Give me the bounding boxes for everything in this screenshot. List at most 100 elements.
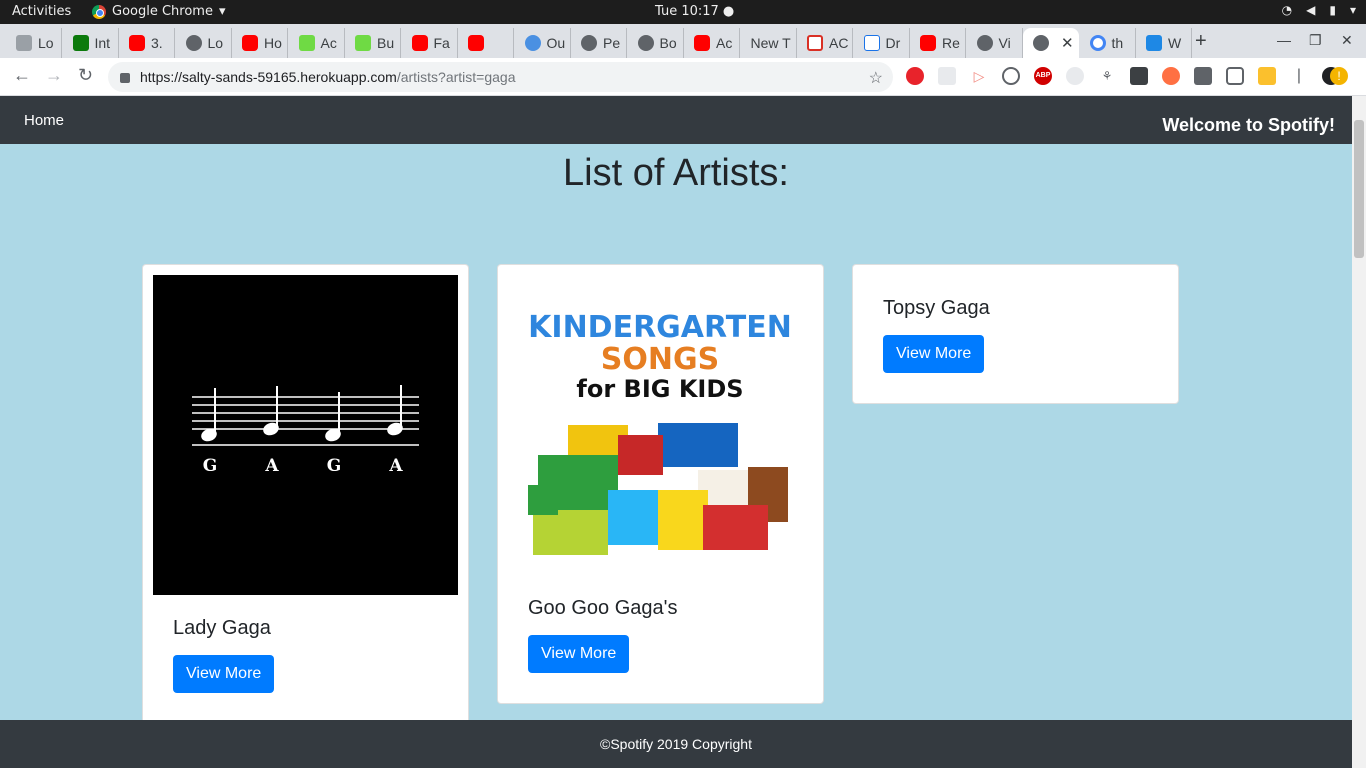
- gaga-notes-art: G A G A: [153, 275, 458, 595]
- browser-tab[interactable]: Bu: [345, 28, 401, 58]
- wifi-icon: ◔: [1281, 3, 1293, 17]
- forward-icon[interactable]: →: [45, 65, 63, 86]
- browser-tab[interactable]: Ou: [515, 28, 571, 58]
- tab-label: New T: [750, 35, 791, 51]
- view-more-button[interactable]: View More: [528, 635, 630, 673]
- browser-tab[interactable]: th: [1080, 28, 1136, 58]
- tab-label: AC: [829, 35, 849, 51]
- browser-tab[interactable]: Lo: [176, 28, 232, 58]
- reload-icon[interactable]: ↻: [78, 65, 93, 86]
- tab-label: Dr: [885, 35, 901, 51]
- site-footer: ©Spotify 2019 Copyright: [0, 720, 1352, 768]
- adblock-icon[interactable]: ABP: [1034, 67, 1052, 85]
- extension-stop-icon[interactable]: [906, 67, 924, 85]
- tab-label: Ho: [264, 35, 282, 51]
- site-navbar: Home Welcome to Spotify!: [0, 96, 1352, 144]
- browser-tab[interactable]: AC: [797, 28, 853, 58]
- gaga-letter: G: [327, 456, 342, 476]
- extension-orange-icon[interactable]: [1162, 67, 1180, 85]
- browser-tab[interactable]: ✕: [1023, 28, 1079, 58]
- artist-name: Goo Goo Gaga's: [528, 597, 678, 619]
- browser-tab[interactable]: W: [1136, 28, 1192, 58]
- tab-label: Re: [942, 35, 960, 51]
- app-menu[interactable]: Google Chrome ▾: [92, 4, 226, 19]
- cover-title-line1: KINDERGARTEN: [528, 310, 792, 345]
- artist-card: Topsy Gaga View More: [852, 264, 1179, 404]
- browser-tab[interactable]: Bo: [628, 28, 684, 58]
- view-more-button[interactable]: View More: [173, 655, 275, 693]
- cover-title-line3: for BIG KIDS: [576, 375, 743, 403]
- tab-label: W: [1168, 35, 1182, 51]
- scrollbar-thumb[interactable]: [1354, 120, 1364, 258]
- gmail-icon: [807, 35, 823, 51]
- globe-icon: [581, 35, 597, 51]
- terminal-icon: [72, 35, 89, 51]
- youtube-icon: [411, 35, 428, 51]
- back-icon[interactable]: ←: [13, 65, 31, 86]
- close-tab-icon[interactable]: ✕: [1061, 34, 1074, 52]
- nav-home-link[interactable]: Home: [24, 112, 64, 129]
- browser-tab[interactable]: Dr: [854, 28, 910, 58]
- browser-tab[interactable]: Ac: [684, 28, 740, 58]
- page-scrollbar[interactable]: [1352, 96, 1366, 768]
- pocket-icon[interactable]: [1226, 67, 1244, 85]
- browser-toolbar: ← → ↻ https://salty-sands-59165.herokuap…: [0, 58, 1366, 96]
- close-window-icon[interactable]: ✕: [1341, 32, 1353, 49]
- browser-tab[interactable]: Vi: [967, 28, 1023, 58]
- angular-icon[interactable]: [1194, 67, 1212, 85]
- extension-dark-icon[interactable]: [1130, 67, 1148, 85]
- browser-tab[interactable]: Fa: [402, 28, 458, 58]
- tab-strip: Lo Int 3. Lo Ho Ac Bu Fa Ou Pe Bo Ac New T AC Dr Re Vi ✕ t…: [0, 24, 1366, 58]
- browser-tab[interactable]: Int: [63, 28, 119, 58]
- browser-tab[interactable]: New T: [741, 28, 797, 58]
- browser-tab[interactable]: 3.: [119, 28, 175, 58]
- youtube-icon: [242, 35, 258, 51]
- url-path: /artists?artist=gaga: [396, 69, 516, 85]
- extension-grid-icon[interactable]: [938, 67, 956, 85]
- system-top-bar: Activities Google Chrome ▾ Tue 10:17 ● ◔…: [0, 0, 1366, 24]
- tab-label: 3.: [151, 35, 163, 51]
- browser-tab[interactable]: [458, 28, 514, 58]
- chrome-menu-icon[interactable]: !: [1330, 67, 1348, 85]
- lock-icon: [16, 35, 32, 51]
- cover-title-line2: SONGS: [601, 342, 719, 377]
- globe-icon: [185, 35, 202, 51]
- clock[interactable]: Tue 10:17 ●: [655, 4, 734, 19]
- extensions-row: ▷ ABP ⚘ |: [906, 67, 1340, 85]
- tab-label: th: [1111, 35, 1124, 51]
- minimize-icon[interactable]: —: [1277, 32, 1291, 48]
- extension-tree-icon[interactable]: ⚘: [1098, 67, 1116, 85]
- browser-tab[interactable]: Ho: [232, 28, 288, 58]
- globe-icon: [637, 35, 654, 51]
- tab-label: Ac: [716, 35, 733, 51]
- activities-button[interactable]: Activities: [12, 4, 71, 19]
- bookmark-star-icon[interactable]: ☆: [869, 68, 883, 88]
- tab-label: Ou: [546, 35, 566, 51]
- browser-tab[interactable]: Pe: [571, 28, 627, 58]
- tab-label: Pe: [603, 35, 621, 51]
- gaga-letter: A: [388, 456, 403, 476]
- address-bar[interactable]: https://salty-sands-59165.herokuapp.com /…: [108, 62, 893, 92]
- system-tray[interactable]: ◔ ◀ ▮ ▾: [1282, 3, 1356, 17]
- youtube-icon: [129, 35, 145, 51]
- restore-icon[interactable]: ❐: [1309, 32, 1322, 49]
- volume-icon: ◀: [1306, 3, 1316, 17]
- browser-tab[interactable]: Re: [910, 28, 966, 58]
- browser-tab[interactable]: Ac: [289, 28, 345, 58]
- view-more-button[interactable]: View More: [883, 335, 985, 373]
- json-icon[interactable]: [1258, 67, 1276, 85]
- artist-name: Topsy Gaga: [883, 297, 990, 319]
- chevron-down-icon: ▾: [218, 4, 226, 19]
- new-tab-button[interactable]: +: [1195, 30, 1207, 53]
- tab-label: Vi: [998, 35, 1011, 51]
- url-host: https://salty-sands-59165.herokuapp.com: [140, 69, 397, 85]
- tab-label: Int: [94, 35, 111, 51]
- tab-label: Bu: [377, 35, 395, 51]
- kindergarten-songs-art: KINDERGARTEN SONGS for BIG KIDS: [508, 275, 813, 575]
- extension-emoji-icon[interactable]: [1002, 67, 1020, 85]
- tab-label: Bo: [659, 35, 677, 51]
- browser-tab[interactable]: Lo: [6, 28, 62, 58]
- extension-play-icon[interactable]: ▷: [970, 67, 988, 85]
- extension-circle-icon[interactable]: [1066, 67, 1084, 85]
- youtube-icon: [468, 35, 484, 51]
